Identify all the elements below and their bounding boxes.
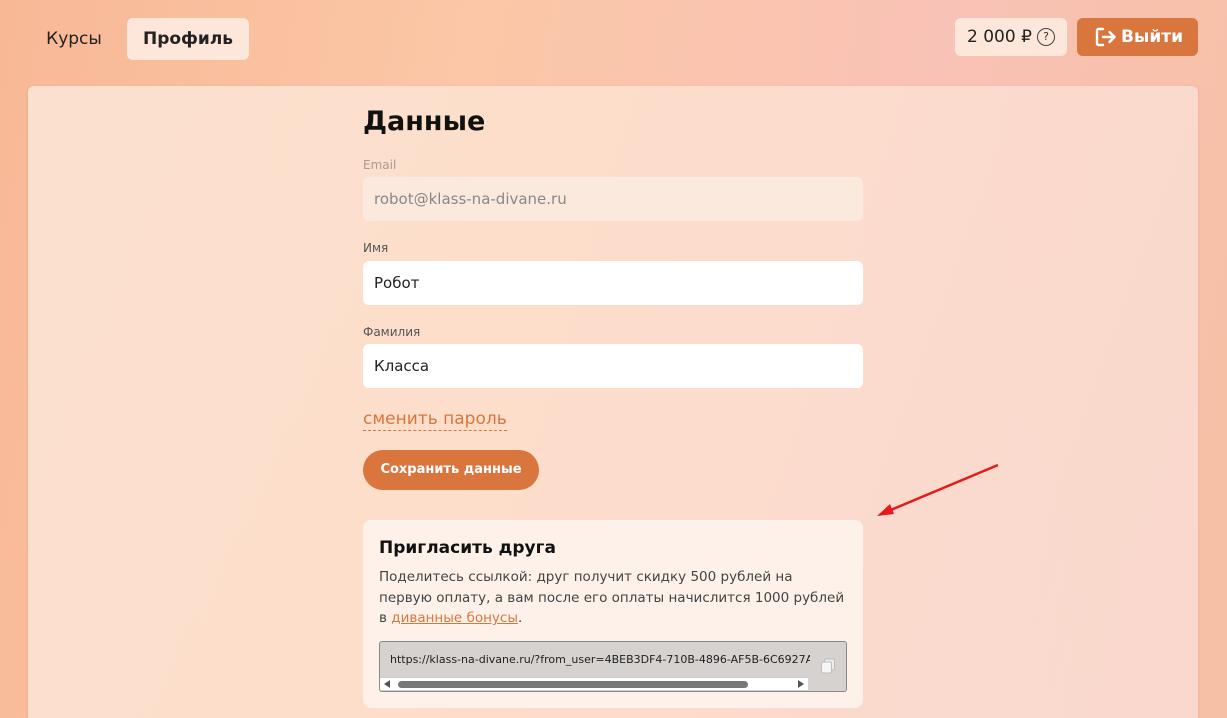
name-field[interactable]: Робот [363,261,863,305]
surname-field[interactable]: Класса [363,344,863,388]
name-label: Имя [363,241,389,255]
invite-description: Поделитесь ссылкой: друг получит скидку … [379,567,849,629]
invite-title: Пригласить друга [379,538,556,558]
copy-icon[interactable] [820,658,836,674]
bonus-link[interactable]: диванные бонусы [391,610,518,626]
invite-text-end: . [517,610,523,626]
logout-label: Выйти [1121,27,1184,47]
email-label: Email [363,158,397,172]
surname-label: Фамилия [363,325,421,339]
save-data-button[interactable]: Сохранить данные [363,450,539,490]
change-password-link[interactable]: сменить пароль [363,408,507,431]
sign-out-icon [1095,27,1116,47]
top-navigation: Курсы Профиль 2 000 ₽ ? Выйти [0,0,1227,74]
scroll-left-icon[interactable] [384,680,390,688]
page-title: Данные [363,106,486,137]
nav-tab-courses[interactable]: Курсы [30,18,118,60]
balance-value: 2 000 ₽ [967,27,1032,47]
email-field: robot@klass-na-divane.ru [363,177,863,221]
referral-link-box[interactable]: https://klass-na-divane.ru/?from_user=4B… [379,641,847,692]
scroll-thumb[interactable] [398,681,748,688]
referral-link-text[interactable]: https://klass-na-divane.ru/?from_user=4B… [390,653,810,666]
balance-badge[interactable]: 2 000 ₽ ? [955,18,1067,56]
horizontal-scrollbar[interactable] [380,677,808,690]
logout-button[interactable]: Выйти [1077,18,1198,56]
red-arrow-annotation [877,463,999,516]
scroll-right-icon[interactable] [798,680,804,688]
invite-friend-panel: Пригласить друга Поделитесь ссылкой: дру… [363,520,863,708]
nav-tab-profile[interactable]: Профиль [127,18,249,60]
question-circle-icon[interactable]: ? [1037,28,1055,46]
